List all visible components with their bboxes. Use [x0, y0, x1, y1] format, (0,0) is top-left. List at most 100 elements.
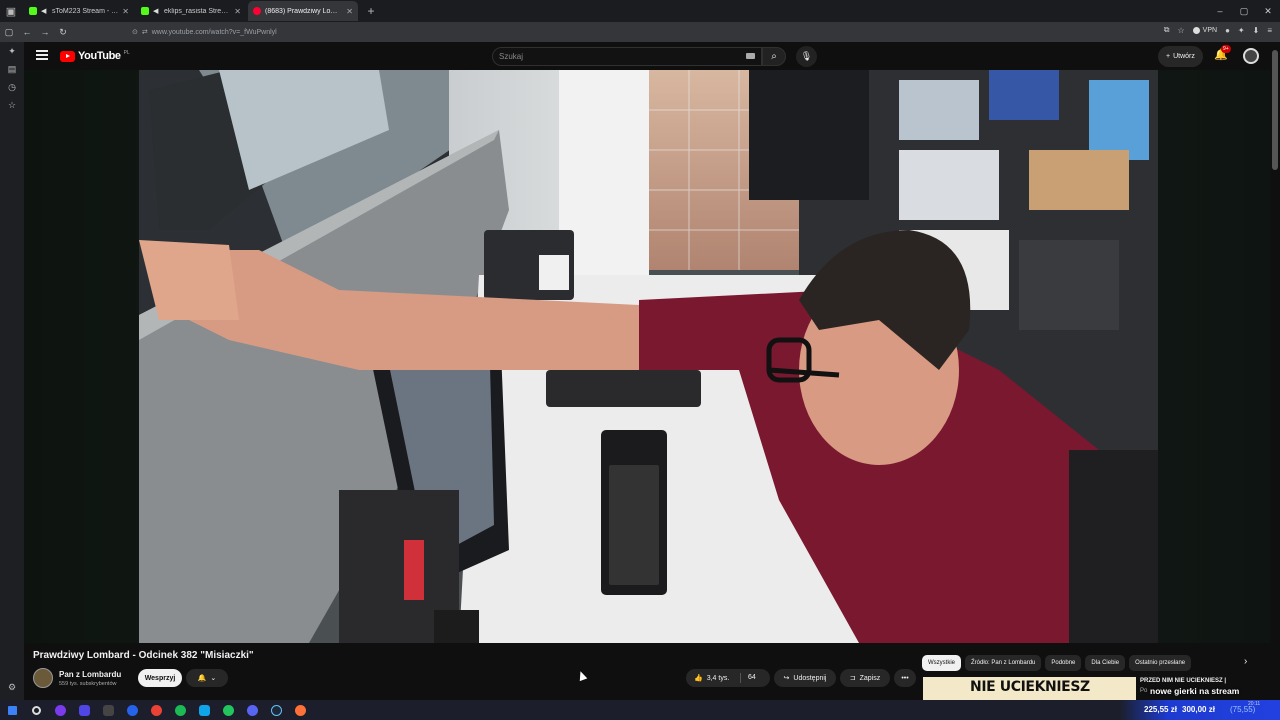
downloads-icon[interactable]: ⬇ — [1253, 26, 1260, 35]
chip-all[interactable]: Wszystkie — [922, 655, 961, 671]
discord-icon[interactable] — [240, 700, 264, 720]
vpn-label: VPN — [1202, 26, 1218, 34]
reload-button[interactable]: ↻ — [54, 27, 72, 38]
app-icon-purple[interactable] — [48, 700, 72, 720]
create-label: Utwórz — [1173, 53, 1195, 60]
close-tab-icon[interactable]: ✕ — [346, 7, 353, 16]
url-field[interactable]: ⊙ ⇄ www.youtube.com/watch?v=_fWuPwnlyl — [132, 25, 1092, 39]
maximize-button[interactable]: ▢ — [1232, 0, 1256, 22]
share-icon: ↪ — [783, 675, 790, 682]
notifications-button[interactable]: 🔔 9+ — [1214, 45, 1231, 61]
new-tab-button[interactable]: + — [362, 4, 380, 18]
vpn-globe-icon — [1192, 26, 1200, 34]
dislike-count[interactable]: 64 — [748, 674, 756, 681]
browser-sidebar: ✦ ▤ ◷ ☆ ⚙ — [0, 42, 24, 700]
spotify-icon[interactable] — [168, 700, 192, 720]
site-info-icon[interactable]: ⊙ — [132, 28, 138, 36]
share-button[interactable]: ↪ Udostępnij — [774, 669, 836, 687]
more-horizontal-icon: ••• — [901, 674, 909, 682]
video-title: Prawdziwy Lombard - Odcinek 382 "Misiacz… — [33, 650, 254, 661]
more-actions-button[interactable]: ••• — [894, 669, 916, 687]
share-label: Udostępnij — [793, 674, 827, 682]
recommended-video-channel: Po — [1140, 688, 1148, 694]
create-button[interactable]: + Utwórz — [1158, 46, 1203, 67]
mouse-cursor — [576, 669, 588, 682]
recommended-video-thumbnail[interactable]: NIE UCIEKNIESZ — [923, 677, 1136, 700]
menu-icon[interactable]: ≡ — [1267, 26, 1272, 35]
video-player[interactable] — [139, 70, 1158, 643]
vpn-badge[interactable]: VPN — [1192, 26, 1218, 34]
channel-avatar[interactable] — [33, 668, 53, 688]
voice-search-button[interactable]: 🎙 — [796, 46, 817, 67]
page-scrollbar[interactable] — [1270, 42, 1280, 700]
tracker-icon[interactable]: ⇄ — [142, 28, 148, 36]
app-icon-calendar[interactable] — [72, 700, 96, 720]
tray-value-1: 225,55 zł — [1144, 705, 1177, 714]
sidebar-toggle-icon[interactable]: ▢ — [0, 27, 18, 38]
chevron-right-icon[interactable]: › — [1244, 656, 1247, 667]
search-input[interactable]: Szukaj — [492, 47, 762, 66]
screenshot-icon[interactable]: ⧉ — [1164, 25, 1170, 35]
tab-menu-icon[interactable]: ▣ — [0, 0, 22, 22]
thumbs-up-icon: 👍 — [694, 675, 703, 682]
extension-icon[interactable]: ✦ — [1238, 26, 1245, 35]
search-icon[interactable] — [24, 700, 48, 720]
kick-favicon-icon — [141, 7, 149, 15]
settings-gear-icon[interactable]: ⚙ — [0, 678, 24, 696]
forward-button[interactable]: → — [36, 27, 54, 37]
browser-tab-strip: ▣ ◀ sToM223 Stream - Watch Li ✕ ◀ eklips… — [0, 0, 1280, 22]
recommendation-chips: Wszystkie Źródło: Pan z Lombardu Podobne… — [922, 655, 1192, 671]
microphone-icon: 🎙 — [800, 51, 813, 61]
aria-icon[interactable]: ✦ — [0, 42, 24, 60]
speaker-icon: ◀ — [153, 7, 159, 15]
chip-related[interactable]: Podobne — [1045, 655, 1082, 671]
channel-name[interactable]: Pan z Lombardu — [59, 670, 121, 679]
bookmarks-icon[interactable]: ☆ — [0, 96, 24, 114]
recommended-video-title[interactable]: PRZED NIM NIE UCIEKNIESZ | — [1140, 678, 1260, 684]
close-tab-icon[interactable]: ✕ — [122, 7, 129, 16]
save-button[interactable]: ⊐ Zapisz — [840, 669, 890, 687]
app-icon-teal[interactable] — [192, 700, 216, 720]
country-code: PL — [123, 50, 130, 56]
search-button[interactable]: ⌕ — [762, 47, 786, 66]
minimize-button[interactable]: – — [1208, 0, 1232, 22]
browser-tab[interactable]: ◀ eklips_rasista Stream - Kick ✕ — [136, 1, 246, 21]
chrome-icon[interactable] — [144, 700, 168, 720]
save-label: Zapisz — [859, 674, 881, 682]
subscription-notifications-button[interactable]: 🔔 ⌄ — [186, 669, 228, 687]
taskbar-overlay-tray: 225,55 zł 300,00 zł (75,55) 20:11 — [1120, 700, 1280, 720]
chip-source[interactable]: Źródło: Pan z Lombardu — [965, 655, 1042, 671]
app-icon-green[interactable] — [216, 700, 240, 720]
bookmark-star-icon[interactable]: ☆ — [1178, 26, 1185, 35]
app-icon-dark[interactable] — [96, 700, 120, 720]
workspace-icon[interactable]: ▤ — [0, 60, 24, 78]
account-icon[interactable]: ● — [1225, 26, 1230, 35]
windows-start-icon[interactable] — [0, 700, 24, 720]
youtube-logo[interactable]: YouTube PL — [60, 50, 130, 62]
firefox-icon[interactable] — [288, 700, 312, 720]
close-window-button[interactable]: ✕ — [1256, 0, 1280, 22]
speaker-icon: ◀ — [41, 7, 47, 15]
youtube-play-icon — [60, 50, 75, 62]
notification-badge: 9+ — [1221, 45, 1231, 53]
close-tab-icon[interactable]: ✕ — [234, 7, 241, 16]
video-frame — [139, 70, 1158, 643]
back-button[interactable]: ← — [18, 27, 36, 37]
support-button[interactable]: Wesprzyj — [138, 669, 182, 687]
browser-tab-active[interactable]: (8683) Prawdziwy Lombard - O ✕ — [248, 1, 358, 21]
history-icon[interactable]: ◷ — [0, 78, 24, 96]
chip-for-you[interactable]: Dla Ciebie — [1085, 655, 1126, 671]
app-icon-blue[interactable] — [120, 700, 144, 720]
url-text[interactable]: www.youtube.com/watch?v=_fWuPwnlyl — [152, 29, 277, 36]
tab-title: eklips_rasista Stream - Kick — [164, 7, 231, 15]
keyboard-icon[interactable] — [746, 53, 755, 59]
scrollbar-thumb[interactable] — [1272, 50, 1278, 170]
browser-tab[interactable]: ◀ sToM223 Stream - Watch Li ✕ — [24, 1, 134, 21]
account-avatar[interactable] — [1243, 48, 1259, 64]
tray-value-2: 300,00 zł — [1182, 705, 1215, 714]
like-button[interactable]: 👍 3,4 tys. 64 — [686, 669, 770, 687]
chip-recent[interactable]: Ostatnio przesłane — [1129, 655, 1192, 671]
chevron-down-icon: ⌄ — [210, 675, 217, 682]
hamburger-menu-icon[interactable] — [36, 50, 48, 60]
steam-icon[interactable] — [264, 700, 288, 720]
